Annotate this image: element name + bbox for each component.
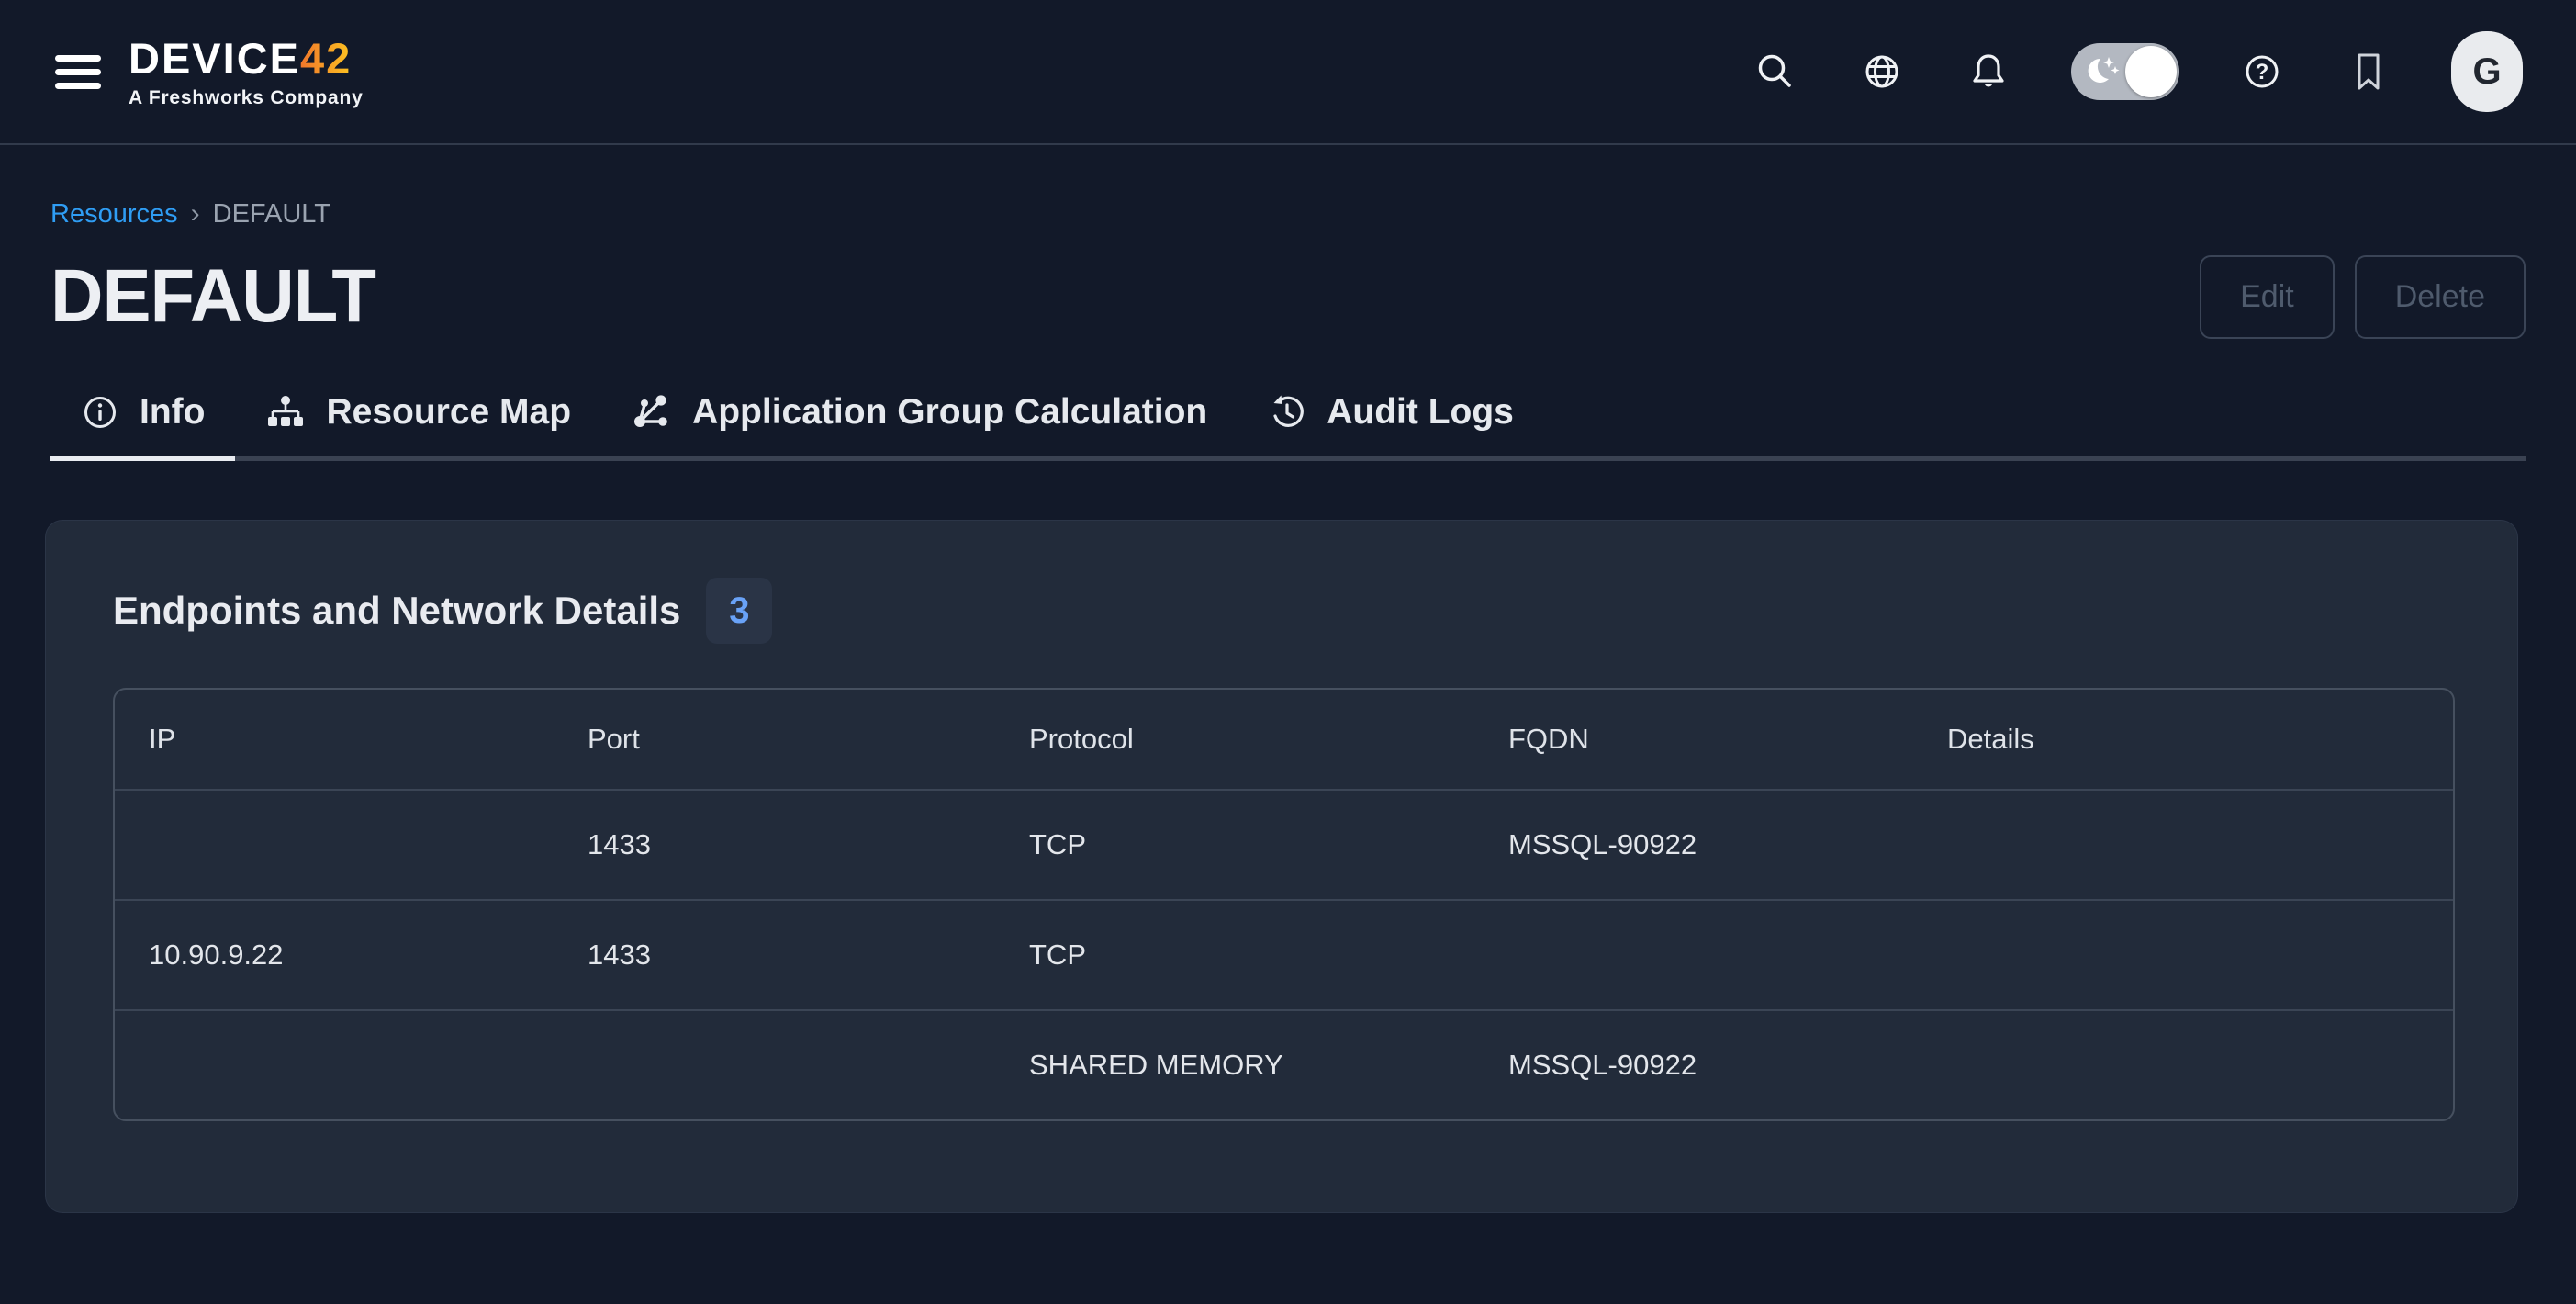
navbar-actions: ? G	[1752, 31, 2523, 112]
cell-fqdn	[1474, 901, 1913, 1009]
svg-text:?: ?	[2256, 60, 2269, 84]
theme-toggle[interactable]	[2071, 43, 2179, 100]
edit-button[interactable]: Edit	[2200, 255, 2335, 339]
tab-label: Audit Logs	[1327, 392, 1514, 433]
endpoints-count-badge: 3	[706, 578, 772, 644]
cell-fqdn: MSSQL-90922	[1474, 791, 1913, 899]
cell-port: 1433	[554, 791, 995, 899]
tab-application-group-calculation[interactable]: Application Group Calculation	[601, 392, 1238, 461]
breadcrumb-separator: ›	[191, 198, 200, 230]
column-header-protocol: Protocol	[995, 690, 1474, 789]
cell-details	[1913, 1011, 2453, 1119]
tab-label: Info	[140, 392, 205, 433]
page-title: DEFAULT	[50, 255, 375, 338]
cell-port: 1433	[554, 901, 995, 1009]
app-group-icon	[632, 393, 672, 432]
breadcrumb-current: DEFAULT	[213, 199, 330, 230]
tab-audit-logs[interactable]: Audit Logs	[1238, 392, 1544, 461]
cell-port	[554, 1011, 995, 1119]
cell-ip: 10.90.9.22	[115, 901, 554, 1009]
cell-ip	[115, 1011, 554, 1119]
globe-icon[interactable]	[1858, 48, 1906, 96]
table-row: 1433 TCP MSSQL-90922	[115, 789, 2453, 899]
table-row: SHARED MEMORY MSSQL-90922	[115, 1009, 2453, 1119]
breadcrumb-resources-link[interactable]: Resources	[50, 199, 178, 230]
logo-text: DEVICE42	[129, 37, 364, 80]
hamburger-menu-icon[interactable]	[55, 55, 101, 89]
search-icon[interactable]	[1752, 48, 1799, 96]
history-icon	[1268, 393, 1306, 432]
help-icon[interactable]: ?	[2238, 48, 2286, 96]
bookmark-icon[interactable]	[2345, 48, 2392, 96]
delete-button[interactable]: Delete	[2355, 255, 2526, 339]
column-header-fqdn: FQDN	[1474, 690, 1913, 789]
table-row: 10.90.9.22 1433 TCP	[115, 899, 2453, 1009]
cell-details	[1913, 791, 2453, 899]
top-navbar: DEVICE42 A Freshworks Company ? G	[0, 0, 2576, 145]
avatar-initial: G	[2472, 51, 2501, 93]
cell-fqdn: MSSQL-90922	[1474, 1011, 1913, 1119]
info-icon	[81, 393, 119, 432]
logo-subtitle: A Freshworks Company	[129, 88, 364, 107]
toggle-knob	[2125, 46, 2177, 97]
column-header-ip: IP	[115, 690, 554, 789]
cell-protocol: TCP	[995, 791, 1474, 899]
cell-protocol: TCP	[995, 901, 1474, 1009]
endpoints-card-title: Endpoints and Network Details	[113, 589, 680, 633]
page-actions: Edit Delete	[2200, 255, 2526, 339]
sitemap-icon	[265, 393, 306, 432]
cell-protocol: SHARED MEMORY	[995, 1011, 1474, 1119]
moon-icon	[2082, 53, 2122, 90]
tab-label: Application Group Calculation	[692, 392, 1207, 433]
column-header-details: Details	[1913, 690, 2453, 789]
main-content: Resources › DEFAULT DEFAULT Edit Delete …	[0, 145, 2576, 1212]
table-header-row: IP Port Protocol FQDN Details	[115, 690, 2453, 789]
notifications-bell-icon[interactable]	[1965, 48, 2012, 96]
cell-ip	[115, 791, 554, 899]
device42-logo[interactable]: DEVICE42 A Freshworks Company	[129, 37, 364, 107]
tab-label: Resource Map	[326, 392, 571, 433]
tab-bar: Info Resource Map Application Group Calc…	[50, 392, 2526, 461]
user-avatar[interactable]: G	[2451, 31, 2523, 112]
endpoints-card: Endpoints and Network Details 3 IP Port …	[46, 521, 2517, 1212]
tab-resource-map[interactable]: Resource Map	[235, 392, 601, 461]
tab-info[interactable]: Info	[50, 392, 235, 461]
cell-details	[1913, 901, 2453, 1009]
column-header-port: Port	[554, 690, 995, 789]
endpoints-table: IP Port Protocol FQDN Details 1433 TCP M…	[113, 688, 2455, 1121]
breadcrumb: Resources › DEFAULT	[50, 198, 2526, 230]
